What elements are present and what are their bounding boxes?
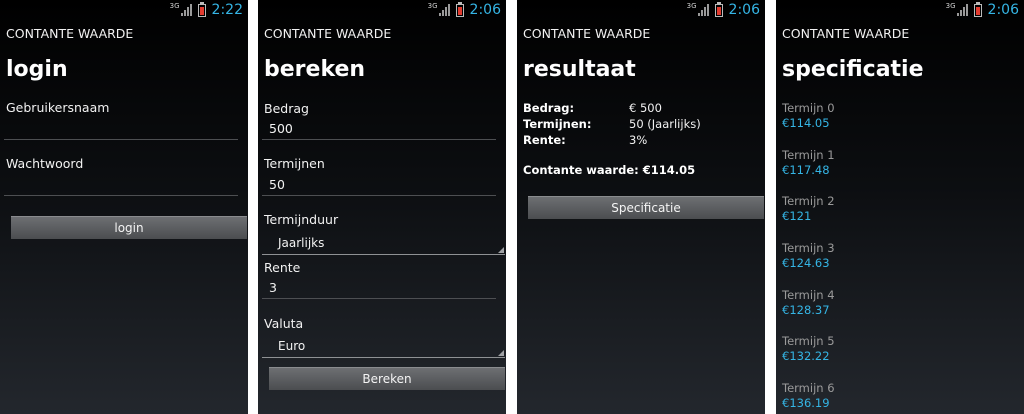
rente-label: Rente: [264, 260, 301, 275]
signal-icon: [438, 4, 451, 16]
info-value-termijnen: 50 (Jaarlijks): [629, 117, 701, 131]
login-button[interactable]: login: [11, 216, 247, 239]
username-field[interactable]: [4, 119, 238, 140]
battery-icon: [197, 1, 206, 17]
term-label: Termijn 3: [782, 241, 835, 255]
list-item[interactable]: Termijn 3 €124.63: [782, 241, 835, 271]
info-label-termijnen: Termijnen:: [523, 117, 592, 131]
list-item[interactable]: Termijn 1 €117.48: [782, 148, 835, 178]
spinner-corner-icon: [498, 350, 504, 356]
bedrag-field[interactable]: 500: [262, 119, 496, 140]
list-item[interactable]: Termijn 0 €114.05: [782, 101, 835, 131]
status-bar: 3G 2:22: [170, 0, 248, 20]
battery-icon: [455, 1, 464, 17]
network-type: 3G: [686, 2, 697, 10]
list-item[interactable]: Termijn 5 €132.22: [782, 334, 835, 364]
network-type: 3G: [169, 2, 180, 10]
termijnduur-label: Termijnduur: [264, 212, 339, 227]
info-value-bedrag: € 500: [629, 101, 662, 115]
termijnduur-select[interactable]: Jaarlijks: [262, 234, 505, 255]
term-amount: €121: [782, 209, 812, 223]
term-label: Termijn 0: [782, 101, 835, 115]
valuta-label: Valuta: [264, 316, 304, 331]
page-title: bereken: [264, 57, 366, 82]
status-bar: 3G 2:06: [946, 0, 1024, 20]
bedrag-label: Bedrag: [264, 101, 309, 116]
specificatie-button[interactable]: Specificatie: [528, 196, 764, 219]
login-screen: 3G 2:22 CONTANTE WAARDE login Gebruikers…: [0, 0, 248, 414]
signal-icon: [697, 4, 710, 16]
term-label: Termijn 1: [782, 148, 835, 162]
valuta-select[interactable]: Euro: [262, 337, 505, 358]
password-field[interactable]: [4, 175, 238, 196]
status-bar: 3G 2:06: [428, 0, 506, 20]
status-clock: 2:06: [469, 2, 501, 18]
bereken-screen: 3G 2:06 CONTANTE WAARDE bereken Bedrag 5…: [258, 0, 506, 414]
username-label: Gebruikersnaam: [6, 100, 110, 115]
app-title: CONTANTE WAARDE: [264, 26, 392, 41]
page-title: resultaat: [523, 57, 636, 82]
network-type: 3G: [427, 2, 438, 10]
list-item[interactable]: Termijn 4 €128.37: [782, 288, 835, 318]
status-bar: 3G 2:06: [687, 0, 765, 20]
rente-field[interactable]: 3: [262, 278, 496, 299]
status-clock: 2:06: [728, 2, 760, 18]
term-label: Termijn 5: [782, 334, 835, 348]
list-item[interactable]: Termijn 2 €121: [782, 194, 835, 224]
term-label: Termijn 2: [782, 194, 835, 208]
term-amount: €124.63: [782, 256, 830, 270]
specificatie-screen: 3G 2:06 CONTANTE WAARDE specificatie Ter…: [776, 0, 1024, 414]
network-type: 3G: [945, 2, 956, 10]
app-title: CONTANTE WAARDE: [6, 26, 134, 41]
term-amount: €136.19: [782, 396, 830, 410]
status-clock: 2:06: [987, 2, 1019, 18]
info-value-rente: 3%: [629, 133, 648, 147]
signal-icon: [956, 4, 969, 16]
info-label-rente: Rente:: [523, 133, 566, 147]
term-amount: €117.48: [782, 163, 830, 177]
term-amount: €128.37: [782, 303, 830, 317]
password-label: Wachtwoord: [6, 156, 84, 171]
term-amount: €132.22: [782, 349, 830, 363]
term-amount: €114.05: [782, 116, 830, 130]
contante-waarde-result: Contante waarde: €114.05: [523, 163, 696, 177]
spinner-corner-icon: [498, 247, 504, 253]
battery-icon: [714, 1, 723, 17]
page-title: login: [6, 57, 68, 82]
signal-icon: [180, 4, 193, 16]
termijnen-label: Termijnen: [264, 156, 325, 171]
bereken-button[interactable]: Bereken: [269, 367, 505, 390]
info-label-bedrag: Bedrag:: [523, 101, 575, 115]
page-title: specificatie: [782, 57, 924, 82]
battery-icon: [973, 1, 982, 17]
resultaat-screen: 3G 2:06 CONTANTE WAARDE resultaat Bedrag…: [517, 0, 765, 414]
list-item[interactable]: Termijn 6 €136.19: [782, 381, 835, 411]
app-title: CONTANTE WAARDE: [523, 26, 651, 41]
term-label: Termijn 6: [782, 381, 835, 395]
status-clock: 2:22: [211, 2, 243, 18]
term-label: Termijn 4: [782, 288, 835, 302]
termijnen-field[interactable]: 50: [262, 175, 496, 196]
app-title: CONTANTE WAARDE: [782, 26, 910, 41]
